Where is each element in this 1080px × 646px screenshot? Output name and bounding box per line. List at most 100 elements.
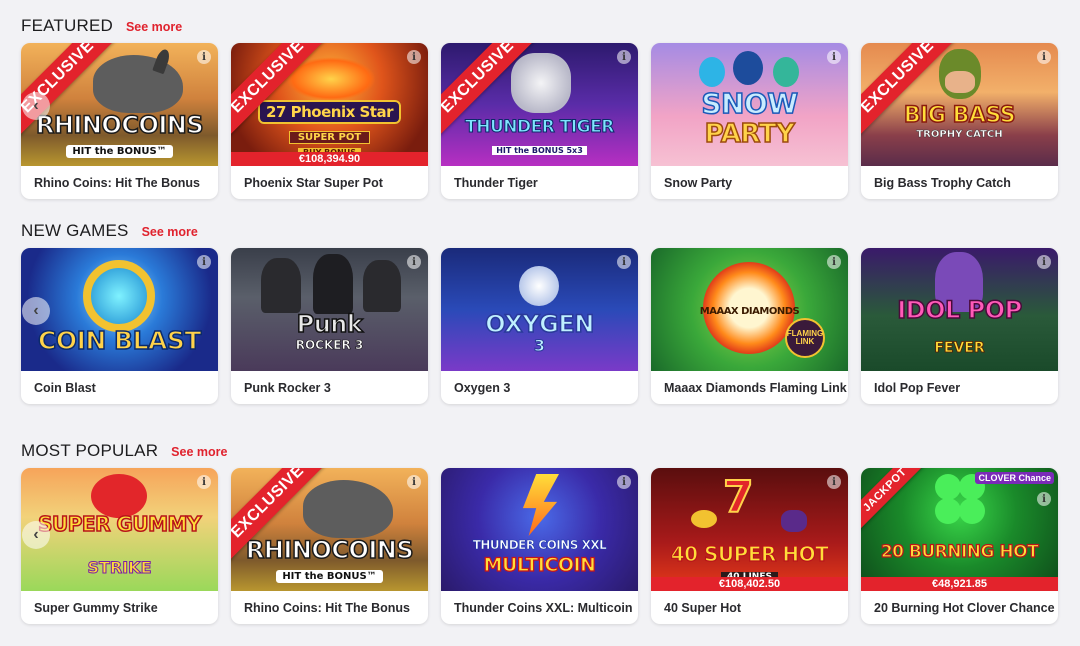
info-icon[interactable]: i [617,475,631,489]
game-title: Oxygen 3 [454,380,511,395]
game-card[interactable]: RHINOCOINS HIT the BONUS™ EXCLUSIVE i Rh… [21,43,218,199]
game-logo-text: SUPER GUMMY [37,512,202,536]
jackpot-amount: €108,402.50 [651,577,848,591]
game-card[interactable]: THUNDER TIGER HIT the BONUS 5x3 EXCLUSIV… [441,43,638,199]
game-logo-text: RHINOCOINS [35,110,204,140]
game-title: Super Gummy Strike [34,600,158,615]
game-card[interactable]: SNOW PARTY i Snow Party [651,43,848,199]
game-sub-text: HIT the BONUS 5x3 [492,146,587,155]
game-thumbnail: THUNDER TIGER HIT the BONUS 5x3 EXCLUSIV… [441,43,638,166]
game-card[interactable]: Punk ROCKER 3 i Punk Rocker 3 [231,248,428,404]
game-sub-text: CLOVER Chance [975,472,1054,484]
info-icon[interactable]: i [827,50,841,64]
game-thumbnail: CLOVER Chance 20 BURNING HOT €48,921.85 … [861,468,1058,591]
game-card[interactable]: THUNDER COINS XXL MULTICOIN i Thunder Co… [441,468,638,624]
info-icon[interactable]: i [1037,492,1051,506]
info-icon[interactable]: i [1037,255,1051,269]
see-more-link[interactable]: See more [126,20,182,34]
game-thumbnail: RHINOCOINS HIT the BONUS™ EXCLUSIVE i [21,43,218,166]
game-card[interactable]: COIN BLAST i Coin Blast [21,248,218,404]
game-sub-text: HIT the BONUS™ [66,145,173,158]
info-icon[interactable]: i [407,255,421,269]
info-icon[interactable]: i [1037,50,1051,64]
game-sub-text: ROCKER 3 [295,338,364,353]
game-card[interactable]: OXYGEN 3 i Oxygen 3 [441,248,638,404]
info-icon[interactable]: i [617,50,631,64]
game-logo-text: SNOW [701,86,799,121]
game-card[interactable]: BIG BASS TROPHY CATCH EXCLUSIVE i Big Ba… [861,43,1058,199]
game-sub-text: MULTICOIN [483,553,597,576]
game-card[interactable]: SUPER GUMMY STRIKE i Super Gummy Strike [21,468,218,624]
game-title: 20 Burning Hot Clover Chance [874,600,1055,615]
game-sub-text: FLAMING LINK [785,318,825,358]
game-logo-text: 27 Phoenix Star [258,100,401,124]
section-featured: FEATURED See more RHINOCOINS HIT the BON… [21,16,1061,199]
jackpot-amount: €108,394.90 [231,152,428,166]
game-title: Maaax Diamonds Flaming Link [664,380,847,395]
carousel-prev-button[interactable]: ‹ [22,297,50,325]
carousel-prev-button[interactable]: ‹ [22,92,50,120]
game-sub-text: PARTY [704,118,796,150]
info-icon[interactable]: i [407,50,421,64]
game-thumbnail: OXYGEN 3 i [441,248,638,371]
game-logo-text: IDOL POP [897,295,1023,325]
section-title: NEW GAMES [21,221,129,240]
game-title: Coin Blast [34,380,96,395]
game-sub-text: HIT the BONUS™ [276,570,383,583]
game-logo-text: 20 BURNING HOT [880,541,1039,562]
game-card[interactable]: IDOL POP FEVER i Idol Pop Fever [861,248,1058,404]
game-logo-text: BIG BASS [903,102,1016,129]
game-logo-text: OXYGEN [484,309,595,339]
game-card[interactable]: CLOVER Chance 20 BURNING HOT €48,921.85 … [861,468,1058,624]
game-sub-text: FEVER [934,340,985,357]
game-thumbnail: Punk ROCKER 3 i [231,248,428,371]
game-row: SUPER GUMMY STRIKE i Super Gummy Strike … [21,468,1058,624]
section-title: MOST POPULAR [21,441,159,460]
game-logo-text: THUNDER TIGER [465,117,615,138]
game-thumbnail: MAAAX DIAMONDS FLAMING LINK i [651,248,848,371]
info-icon[interactable]: i [197,475,211,489]
game-thumbnail: 7 40 SUPER HOT 40 LINES €108,402.50 i [651,468,848,591]
info-icon[interactable]: i [827,475,841,489]
game-card[interactable]: RHINOCOINS HIT the BONUS™ EXCLUSIVE i Rh… [231,468,428,624]
section-header: NEW GAMES See more [21,221,1061,245]
game-thumbnail: BIG BASS TROPHY CATCH EXCLUSIVE i [861,43,1058,166]
game-sub-text: STRIKE [87,558,152,578]
game-title: Rhino Coins: Hit The Bonus [244,600,410,615]
game-card[interactable]: 7 40 SUPER HOT 40 LINES €108,402.50 i 40… [651,468,848,624]
game-title: Phoenix Star Super Pot [244,175,383,190]
game-sub-text: 3 [533,336,546,356]
game-row: RHINOCOINS HIT the BONUS™ EXCLUSIVE i Rh… [21,43,1058,199]
see-more-link[interactable]: See more [142,225,198,239]
section-title: FEATURED [21,16,113,35]
section-new-games: NEW GAMES See more COIN BLAST i Coin Bla… [21,221,1061,404]
game-logo-text: MAAAX DIAMONDS [699,306,800,317]
jackpot-amount: €48,921.85 [861,577,1058,591]
game-title: Idol Pop Fever [874,380,961,395]
game-title: Big Bass Trophy Catch [874,175,1011,190]
section-most-popular: MOST POPULAR See more SUPER GUMMY STRIKE… [21,441,1061,624]
info-icon[interactable]: i [197,255,211,269]
section-header: MOST POPULAR See more [21,441,1061,465]
game-logo-text: Punk [296,309,364,339]
see-more-link[interactable]: See more [171,445,227,459]
game-thumbnail: THUNDER COINS XXL MULTICOIN i [441,468,638,591]
game-thumbnail: SUPER GUMMY STRIKE i [21,468,218,591]
game-logo-text: 40 SUPER HOT [670,541,829,566]
info-icon[interactable]: i [827,255,841,269]
game-card[interactable]: 27 Phoenix Star SUPER POT BUY BONUS €108… [231,43,428,199]
game-thumbnail: SNOW PARTY i [651,43,848,166]
game-logo-text: THUNDER COINS XXL [472,538,607,553]
carousel-prev-button[interactable]: ‹ [22,521,50,549]
game-title: Rhino Coins: Hit The Bonus [34,175,200,190]
info-icon[interactable]: i [407,475,421,489]
game-sub-text: TROPHY CATCH [916,129,1003,140]
game-title: 40 Super Hot [664,600,742,615]
game-row: COIN BLAST i Coin Blast Punk ROCKER 3 i … [21,248,1058,404]
info-icon[interactable]: i [197,50,211,64]
info-icon[interactable]: i [617,255,631,269]
game-thumbnail: 27 Phoenix Star SUPER POT BUY BONUS €108… [231,43,428,166]
game-card[interactable]: MAAAX DIAMONDS FLAMING LINK i Maaax Diam… [651,248,848,404]
game-title: Thunder Tiger [454,175,538,190]
game-thumbnail: IDOL POP FEVER i [861,248,1058,371]
